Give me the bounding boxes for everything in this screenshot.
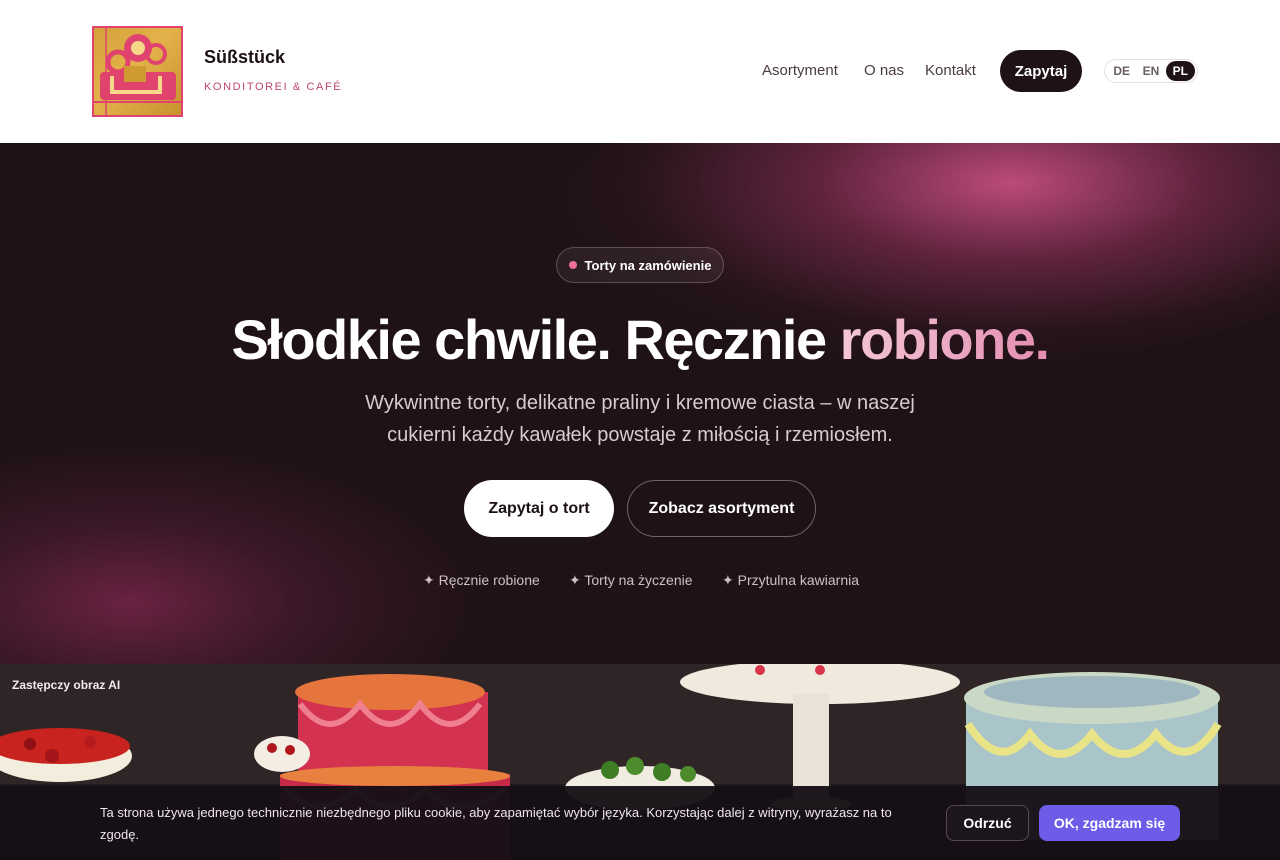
feature-cozy-cafe: ✦ Przytulna kawiarnia bbox=[722, 572, 860, 588]
feature-custom-cakes: ✦ Torty na życzenie bbox=[569, 572, 693, 588]
lang-option-de[interactable]: DE bbox=[1107, 61, 1136, 81]
brand-logo[interactable] bbox=[92, 26, 183, 117]
logo-emblem-icon bbox=[94, 28, 181, 115]
hero-title-main: Słodkie chwile. Ręcznie bbox=[231, 308, 840, 371]
ai-placeholder-label: Zastępczy obraz AI bbox=[12, 678, 121, 692]
cookie-banner: Ta strona używa jednego technicznie niez… bbox=[0, 786, 1280, 860]
cookie-reject-button[interactable]: Odrzuć bbox=[946, 805, 1029, 841]
brand-name[interactable]: Süßstück bbox=[204, 47, 285, 68]
nav-link-o-nas[interactable]: O nas bbox=[864, 62, 904, 79]
hero-glow-left bbox=[0, 443, 480, 664]
nav-link-asortyment[interactable]: Asortyment bbox=[762, 62, 838, 79]
view-assortment-button[interactable]: Zobacz asortyment bbox=[627, 480, 816, 537]
ask-cake-button[interactable]: Zapytaj o tort bbox=[464, 480, 614, 537]
hero-title: Słodkie chwile. Ręcznie robione. bbox=[0, 307, 1280, 372]
nav-cta-button[interactable]: Zapytaj bbox=[1000, 50, 1082, 92]
cookie-accept-button[interactable]: OK, zgadzam się bbox=[1039, 805, 1180, 841]
brand-tagline: KONDITOREI & CAFÉ bbox=[204, 81, 343, 93]
hero-badge: Torty na zamówienie bbox=[556, 247, 724, 283]
lang-option-pl[interactable]: PL bbox=[1165, 61, 1195, 81]
cookie-message: Ta strona używa jednego technicznie niez… bbox=[100, 805, 892, 842]
site-header: Süßstück KONDITOREI & CAFÉ Asortyment O … bbox=[0, 0, 1280, 143]
hero-badge-label: Torty na zamówienie bbox=[584, 257, 712, 273]
nav-link-kontakt[interactable]: Kontakt bbox=[925, 62, 976, 79]
language-switcher: DE EN PL bbox=[1104, 59, 1198, 83]
hero-section: Torty na zamówienie Słodkie chwile. Ręcz… bbox=[0, 143, 1280, 664]
hero-title-accent: robione. bbox=[839, 308, 1050, 371]
feature-handmade: ✦ Ręcznie robione bbox=[423, 572, 540, 588]
badge-dot-icon bbox=[568, 261, 577, 269]
lang-option-en[interactable]: EN bbox=[1136, 61, 1165, 81]
hero-subtitle: Wykwintne torty, delikatne praliny i kre… bbox=[365, 392, 915, 446]
